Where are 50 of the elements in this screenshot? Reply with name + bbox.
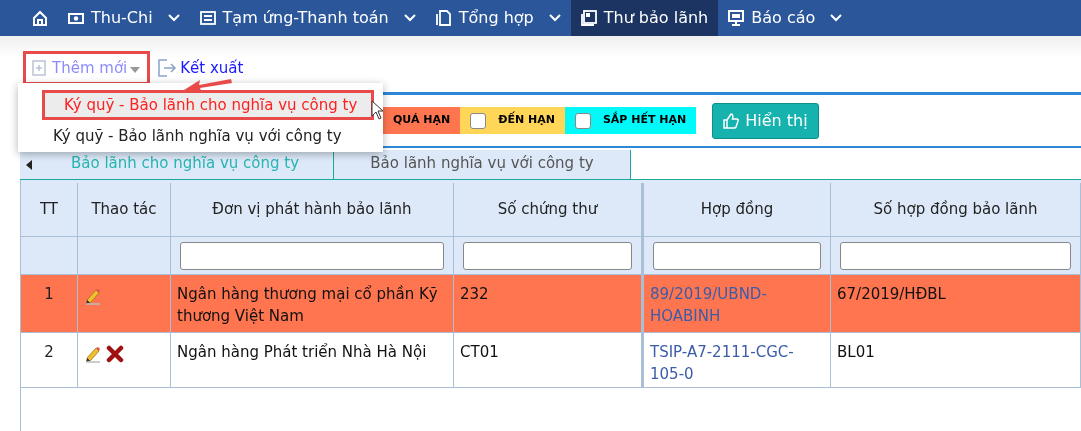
table-cell: 1: [21, 275, 78, 333]
legend-item: ĐẾN HẠN: [460, 107, 565, 134]
checkbox[interactable]: [574, 112, 591, 129]
edit-button[interactable]: [84, 345, 102, 363]
chevron-down-icon: [167, 14, 180, 22]
scroll-left-icon: [25, 159, 32, 170]
table-cell: 232: [454, 275, 642, 333]
caret-icon: [129, 66, 142, 74]
export-icon: [157, 58, 178, 78]
newspaper-icon: [580, 10, 597, 26]
nav-menu-item[interactable]: Tạm ứng-Thanh toán: [189, 0, 426, 36]
table-cell: 2: [21, 333, 78, 388]
filter-field[interactable]: [180, 241, 444, 270]
nav-menu-item[interactable]: Thư bảo lãnh: [570, 0, 719, 36]
nav-menu-item[interactable]: Thu-Chi: [58, 0, 190, 36]
column-header[interactable]: TT: [21, 183, 78, 237]
tab[interactable]: Bảo lãnh nghĩa vụ với công ty: [334, 150, 631, 179]
column-header[interactable]: Đơn vị phát hành bảo lãnh: [171, 183, 454, 237]
legend-item: QUÁ HẠN: [383, 107, 461, 134]
contract-link[interactable]: TSIP-A7-2111-CGC-105-0: [650, 341, 824, 385]
chevron-down-icon: [403, 14, 416, 22]
document-icon: [435, 10, 452, 26]
chevron-down-icon: [548, 14, 561, 22]
table-cell: Ngân hàng Phát triển Nhà Hà Nội: [171, 333, 454, 388]
filter-field[interactable]: [463, 241, 632, 270]
table-cell: CT01: [454, 333, 642, 388]
add-document-icon: [32, 60, 46, 76]
nav-menu-item[interactable]: Báo cáo: [718, 0, 853, 36]
nav-menu-item[interactable]: Tổng hợp: [425, 0, 571, 36]
monitor-icon: [728, 10, 745, 26]
banknote-icon: [68, 10, 84, 26]
filter-field[interactable]: [653, 241, 821, 270]
table-cell: 67/2019/HĐBL: [831, 275, 1081, 333]
column-header[interactable]: Số hợp đồng bảo lãnh: [831, 183, 1081, 237]
chevron-down-icon: [830, 14, 843, 22]
filter-field[interactable]: [840, 241, 1071, 270]
legend-item: SẮP HẾT HẠN: [564, 107, 697, 134]
menu-item[interactable]: Ký quỹ - Bảo lãnh nghĩa vụ với công ty: [25, 122, 376, 150]
column-header[interactable]: Thao tác: [78, 183, 171, 237]
form-icon: [199, 10, 216, 26]
home-icon: [32, 10, 48, 26]
export-link[interactable]: Kết xuất: [157, 56, 244, 80]
edit-button[interactable]: [84, 287, 102, 305]
column-header[interactable]: Số chứng thư: [454, 183, 642, 237]
table-cell: BL01: [831, 333, 1081, 388]
table-cell: Ngân hàng thương mại cổ phần Kỹ thương Việt Nam: [171, 275, 454, 333]
checkbox[interactable]: [470, 112, 487, 129]
thumbs-up-icon: [723, 112, 740, 129]
delete-button[interactable]: [106, 345, 124, 363]
column-header[interactable]: Hợp đồng: [642, 183, 831, 237]
